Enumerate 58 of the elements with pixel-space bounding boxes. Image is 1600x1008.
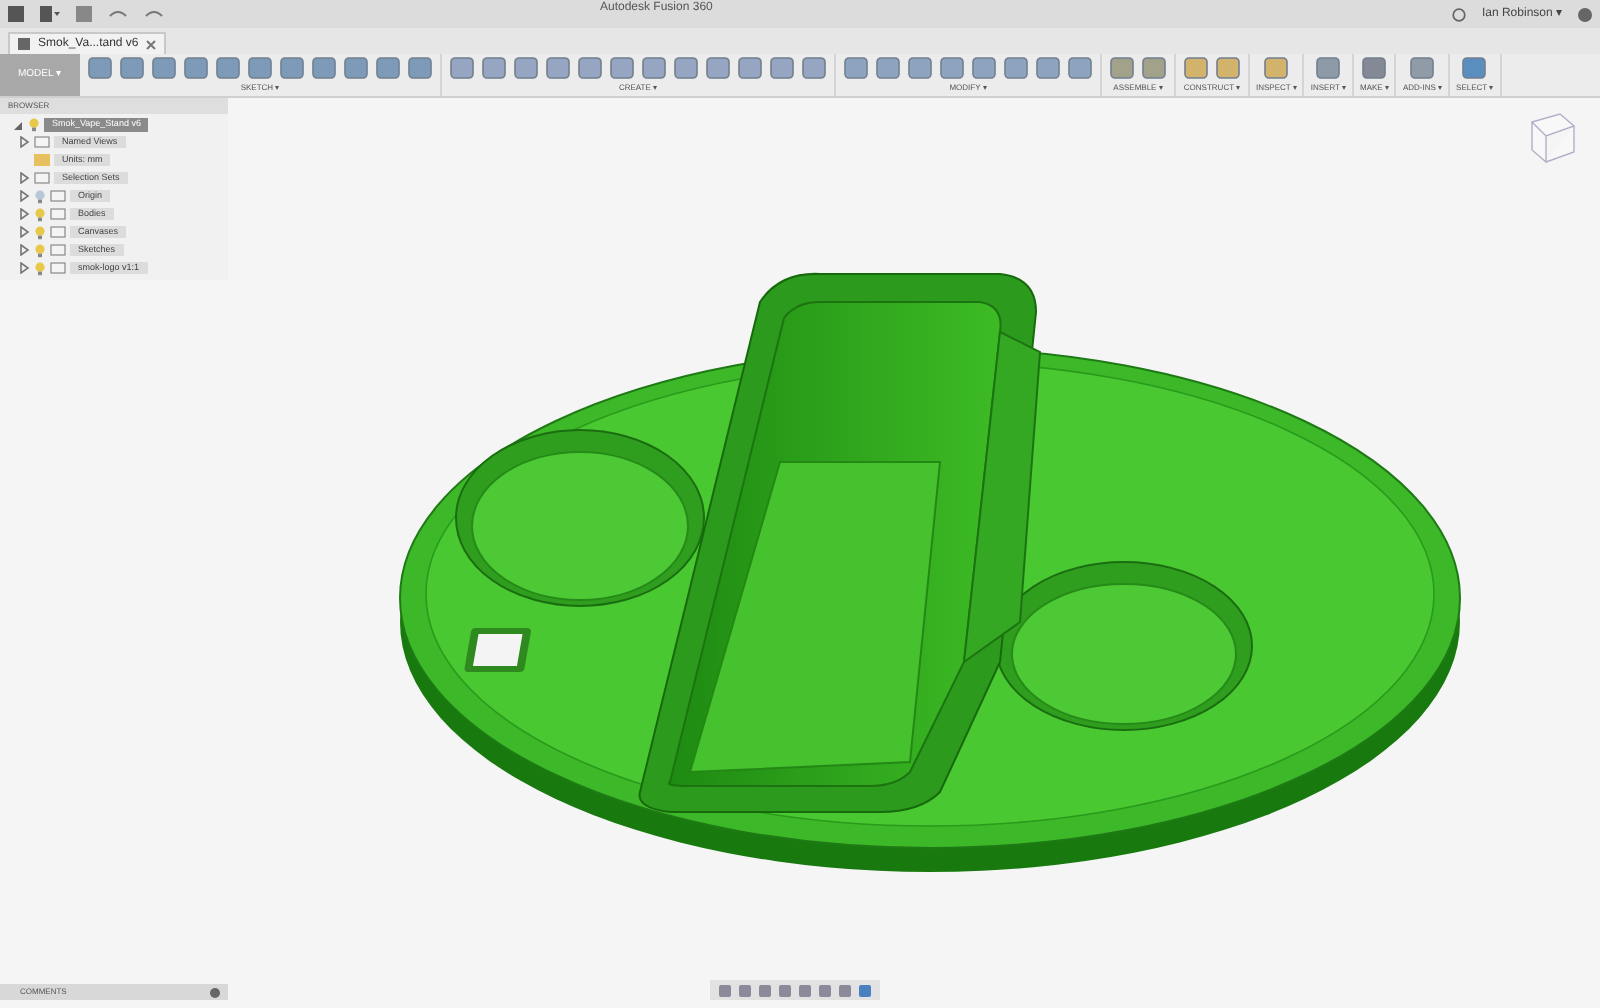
document-icon bbox=[18, 38, 30, 50]
lightbulb-icon[interactable] bbox=[28, 118, 40, 132]
tool-icon[interactable] bbox=[214, 54, 242, 82]
tool-icon[interactable] bbox=[86, 54, 114, 82]
units-icon bbox=[34, 154, 50, 166]
tool-icon[interactable] bbox=[1140, 54, 1168, 82]
clock-icon[interactable] bbox=[1451, 7, 1466, 21]
tool-icon[interactable] bbox=[182, 54, 210, 82]
tool-icon[interactable] bbox=[800, 54, 828, 82]
tool-icon[interactable] bbox=[608, 54, 636, 82]
lightbulb-icon[interactable] bbox=[34, 261, 46, 275]
lightbulb-icon[interactable] bbox=[34, 225, 46, 239]
tool-icon[interactable] bbox=[1408, 54, 1437, 82]
tool-icon[interactable] bbox=[704, 54, 732, 82]
tool-icon[interactable] bbox=[150, 54, 178, 82]
redo-icon[interactable] bbox=[144, 8, 164, 20]
tool-icon[interactable] bbox=[576, 54, 604, 82]
lightbulb-icon[interactable] bbox=[34, 189, 46, 203]
help-icon[interactable] bbox=[1578, 7, 1592, 21]
tool-icon[interactable] bbox=[1034, 54, 1062, 82]
tool-icon[interactable] bbox=[1108, 54, 1136, 82]
lightbulb-icon[interactable] bbox=[34, 243, 46, 257]
tool-icon[interactable] bbox=[246, 54, 274, 82]
folder-icon bbox=[34, 136, 50, 148]
tool-icon[interactable] bbox=[1262, 54, 1291, 82]
expanded-arrow-icon[interactable] bbox=[12, 119, 24, 131]
tool-icon[interactable] bbox=[768, 54, 796, 82]
tool-icon[interactable] bbox=[736, 54, 764, 82]
tool-icon[interactable] bbox=[970, 54, 998, 82]
tool-icon[interactable] bbox=[938, 54, 966, 82]
tool-icon[interactable] bbox=[278, 54, 306, 82]
tool-icon[interactable] bbox=[480, 54, 508, 82]
tool-icon[interactable] bbox=[1002, 54, 1030, 82]
tool-icon[interactable] bbox=[1066, 54, 1094, 82]
tool-icon[interactable] bbox=[544, 54, 572, 82]
tool-icon[interactable] bbox=[1360, 54, 1389, 82]
tool-icon[interactable] bbox=[640, 54, 668, 82]
tool-icon[interactable] bbox=[1460, 54, 1489, 82]
close-icon[interactable] bbox=[146, 39, 157, 49]
tool-icon[interactable] bbox=[672, 54, 700, 82]
tool-icon[interactable] bbox=[310, 54, 338, 82]
tool-icon[interactable] bbox=[1214, 54, 1242, 82]
tool-icon[interactable] bbox=[842, 54, 870, 82]
tool-icon[interactable] bbox=[374, 54, 402, 82]
lightbulb-icon[interactable] bbox=[34, 207, 46, 221]
tool-icon[interactable] bbox=[342, 54, 370, 82]
tool-icon[interactable] bbox=[512, 54, 540, 82]
undo-icon[interactable] bbox=[108, 8, 128, 20]
tool-icon[interactable] bbox=[406, 54, 434, 82]
tool-icon[interactable] bbox=[118, 54, 146, 82]
tool-icon[interactable] bbox=[906, 54, 934, 82]
add-icon[interactable] bbox=[210, 987, 220, 997]
collapsed-arrow-icon[interactable] bbox=[18, 136, 30, 148]
tool-icon[interactable] bbox=[1182, 54, 1210, 82]
tool-icon[interactable] bbox=[1314, 54, 1343, 82]
tool-icon[interactable] bbox=[448, 54, 476, 82]
file-icon[interactable] bbox=[40, 6, 60, 22]
tool-icon[interactable] bbox=[874, 54, 902, 82]
